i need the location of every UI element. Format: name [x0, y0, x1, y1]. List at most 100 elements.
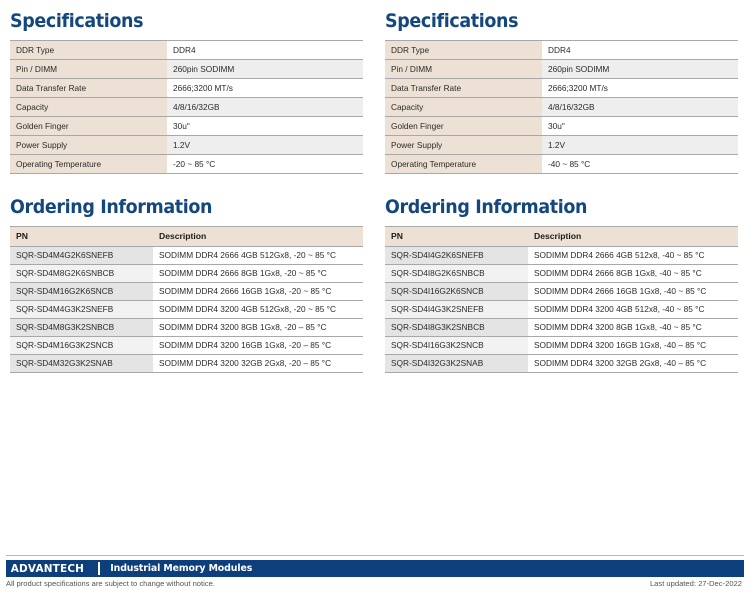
- table-row: SQR-SD4I32G3K2SNAB SODIMM DDR4 3200 32GB…: [385, 353, 738, 373]
- column-header-pn: PN: [10, 225, 153, 246]
- left-column: Specifications DDR Type DDR4 Pin / DIMM …: [10, 0, 363, 373]
- table-row: SQR-SD4I16G3K2SNCB SODIMM DDR4 3200 16GB…: [385, 335, 738, 354]
- spec-label: Data Transfer Rate: [385, 77, 542, 98]
- cell-pn: SQR-SD4M16G3K2SNCB: [10, 335, 153, 354]
- cell-description: SODIMM DDR4 2666 4GB 512Gx8, -20 ~ 85 °C: [153, 245, 363, 264]
- table-row: SQR-SD4M8G3K2SNBCB SODIMM DDR4 3200 8GB …: [10, 317, 363, 336]
- cell-pn: SQR-SD4M8G3K2SNBCB: [10, 317, 153, 336]
- spec-value: 30u": [542, 115, 738, 136]
- ordering-header-right: PN Description: [385, 225, 738, 246]
- table-row: SQR-SD4I16G2K6SNCB SODIMM DDR4 2666 16GB…: [385, 281, 738, 300]
- spec-body-left: DDR Type DDR4 Pin / DIMM 260pin SODIMM D…: [10, 39, 363, 174]
- cell-description: SODIMM DDR4 3200 8GB 1Gx8, -40 ~ 85 °C: [528, 317, 738, 336]
- spec-value: DDR4: [542, 39, 738, 60]
- footer-brand-bar: ADVANTECH Industrial Memory Modules: [6, 560, 744, 577]
- table-row: Capacity 4/8/16/32GB: [385, 96, 738, 117]
- spec-value: 1.2V: [167, 134, 363, 155]
- ordering-body-left: SQR-SD4M4G2K6SNEFB SODIMM DDR4 2666 4GB …: [10, 245, 363, 373]
- page-title-specifications-left: Specifications: [10, 10, 144, 32]
- cell-pn: SQR-SD4M8G2K6SNBCB: [10, 263, 153, 282]
- table-row: Power Supply 1.2V: [10, 134, 363, 155]
- spec-value: 260pin SODIMM: [167, 58, 363, 79]
- spec-label: Capacity: [10, 96, 167, 117]
- spec-label: Golden Finger: [10, 115, 167, 136]
- spec-label: Capacity: [385, 96, 542, 117]
- table-header-row: PN Description: [10, 225, 363, 246]
- table-row: SQR-SD4I4G2K6SNEFB SODIMM DDR4 2666 4GB …: [385, 245, 738, 264]
- table-row: SQR-SD4I8G3K2SNBCB SODIMM DDR4 3200 8GB …: [385, 317, 738, 336]
- spec-label: Operating Temperature: [385, 153, 542, 174]
- cell-description: SODIMM DDR4 2666 16GB 1Gx8, -20 ~ 85 °C: [153, 281, 363, 300]
- table-row: Golden Finger 30u": [10, 115, 363, 136]
- spec-value: 2666;3200 MT/s: [542, 77, 738, 98]
- table-row: SQR-SD4I8G2K6SNBCB SODIMM DDR4 2666 8GB …: [385, 263, 738, 282]
- cell-pn: SQR-SD4I32G3K2SNAB: [385, 353, 528, 373]
- ordering-header-left: PN Description: [10, 225, 363, 246]
- spec-value: -20 ~ 85 °C: [167, 153, 363, 174]
- footer-note-row: All product specifications are subject t…: [6, 579, 742, 588]
- logo-divider: [98, 562, 101, 575]
- spec-label: DDR Type: [10, 39, 167, 60]
- column-header-description: Description: [153, 225, 363, 246]
- spec-label: DDR Type: [385, 39, 542, 60]
- spec-label: Power Supply: [385, 134, 542, 155]
- spec-label: Power Supply: [10, 134, 167, 155]
- table-row: DDR Type DDR4: [385, 39, 738, 60]
- page-title-specifications-right: Specifications: [385, 10, 519, 32]
- table-row: Pin / DIMM 260pin SODIMM: [385, 58, 738, 79]
- cell-description: SODIMM DDR4 2666 8GB 1Gx8, -40 ~ 85 °C: [528, 263, 738, 282]
- spec-label: Data Transfer Rate: [10, 77, 167, 98]
- cell-pn: SQR-SD4M4G3K2SNEFB: [10, 299, 153, 318]
- spec-label: Pin / DIMM: [385, 58, 542, 79]
- spec-label: Operating Temperature: [10, 153, 167, 174]
- cell-description: SODIMM DDR4 3200 16GB 1Gx8, -40 – 85 °C: [528, 335, 738, 354]
- cell-description: SODIMM DDR4 2666 8GB 1Gx8, -20 ~ 85 °C: [153, 263, 363, 282]
- table-row: SQR-SD4M4G3K2SNEFB SODIMM DDR4 3200 4GB …: [10, 299, 363, 318]
- advantech-logo: ADVANTECH: [10, 562, 85, 575]
- column-header-description: Description: [528, 225, 738, 246]
- cell-description: SODIMM DDR4 3200 4GB 512Gx8, -20 ~ 85 °C: [153, 299, 363, 318]
- spec-value: 2666;3200 MT/s: [167, 77, 363, 98]
- spec-label: Pin / DIMM: [10, 58, 167, 79]
- cell-pn: SQR-SD4I4G3K2SNEFB: [385, 299, 528, 318]
- table-row: Operating Temperature -40 ~ 85 °C: [385, 153, 738, 174]
- specifications-table-right: DDR Type DDR4 Pin / DIMM 260pin SODIMM D…: [385, 39, 738, 174]
- cell-description: SODIMM DDR4 3200 32GB 2Gx8, -20 – 85 °C: [153, 353, 363, 373]
- cell-pn: SQR-SD4M4G2K6SNEFB: [10, 245, 153, 264]
- table-row: SQR-SD4M8G2K6SNBCB SODIMM DDR4 2666 8GB …: [10, 263, 363, 282]
- cell-pn: SQR-SD4I8G3K2SNBCB: [385, 317, 528, 336]
- page-title-ordering-right: Ordering Information: [385, 195, 588, 218]
- table-row: Data Transfer Rate 2666;3200 MT/s: [10, 77, 363, 98]
- table-header-row: PN Description: [385, 225, 738, 246]
- table-row: SQR-SD4M4G2K6SNEFB SODIMM DDR4 2666 4GB …: [10, 245, 363, 264]
- cell-description: SODIMM DDR4 2666 4GB 512x8, -40 ~ 85 °C: [528, 245, 738, 264]
- table-row: Operating Temperature -20 ~ 85 °C: [10, 153, 363, 174]
- spec-body-right: DDR Type DDR4 Pin / DIMM 260pin SODIMM D…: [385, 39, 738, 174]
- table-row: Golden Finger 30u": [385, 115, 738, 136]
- cell-description: SODIMM DDR4 3200 4GB 512x8, -40 ~ 85 °C: [528, 299, 738, 318]
- table-row: SQR-SD4M16G3K2SNCB SODIMM DDR4 3200 16GB…: [10, 335, 363, 354]
- table-row: SQR-SD4M16G2K6SNCB SODIMM DDR4 2666 16GB…: [10, 281, 363, 300]
- table-row: Power Supply 1.2V: [385, 134, 738, 155]
- spec-value: 4/8/16/32GB: [542, 96, 738, 117]
- spec-value: DDR4: [167, 39, 363, 60]
- specifications-table-left: DDR Type DDR4 Pin / DIMM 260pin SODIMM D…: [10, 39, 363, 174]
- table-row: SQR-SD4M32G3K2SNAB SODIMM DDR4 3200 32GB…: [10, 353, 363, 373]
- cell-description: SODIMM DDR4 2666 16GB 1Gx8, -40 ~ 85 °C: [528, 281, 738, 300]
- spec-value: 4/8/16/32GB: [167, 96, 363, 117]
- spec-label: Golden Finger: [385, 115, 542, 136]
- cell-pn: SQR-SD4I16G2K6SNCB: [385, 281, 528, 300]
- cell-description: SODIMM DDR4 3200 8GB 1Gx8, -20 – 85 °C: [153, 317, 363, 336]
- footer-tagline: Industrial Memory Modules: [110, 563, 253, 574]
- right-column: Specifications DDR Type DDR4 Pin / DIMM …: [385, 0, 738, 373]
- two-column-layout: Specifications DDR Type DDR4 Pin / DIMM …: [0, 0, 750, 373]
- table-row: DDR Type DDR4: [10, 39, 363, 60]
- cell-pn: SQR-SD4I8G2K6SNBCB: [385, 263, 528, 282]
- spec-value: 1.2V: [542, 134, 738, 155]
- cell-pn: SQR-SD4I4G2K6SNEFB: [385, 245, 528, 264]
- datasheet-page: Specifications DDR Type DDR4 Pin / DIMM …: [0, 0, 750, 591]
- spec-value: 30u": [167, 115, 363, 136]
- cell-pn: SQR-SD4I16G3K2SNCB: [385, 335, 528, 354]
- spec-value: -40 ~ 85 °C: [542, 153, 738, 174]
- ordering-table-left: PN Description SQR-SD4M4G2K6SNEFB SODIMM…: [10, 225, 363, 373]
